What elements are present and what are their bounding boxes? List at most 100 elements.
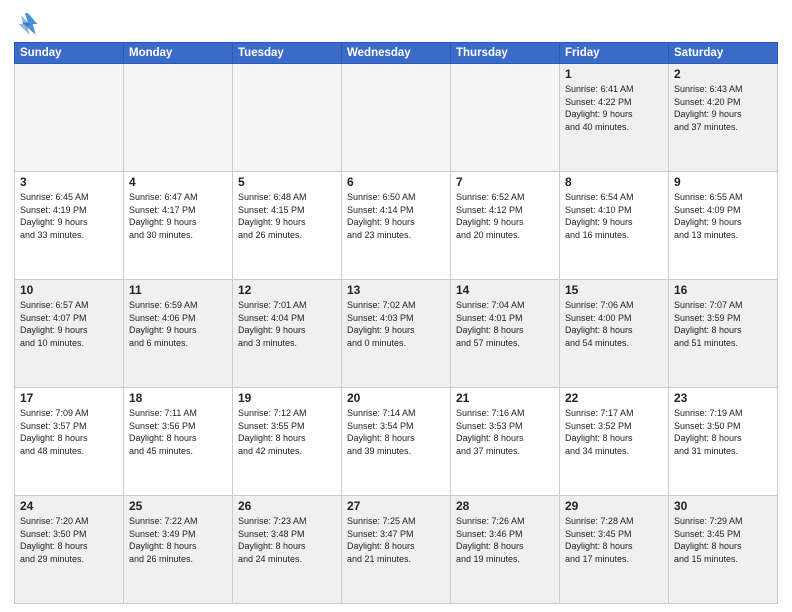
day-cell: 14 Sunrise: 7:04 AM Sunset: 4:01 PM Dayli… bbox=[451, 280, 560, 388]
week-row: 10 Sunrise: 6:57 AM Sunset: 4:07 PM Dayli… bbox=[15, 280, 778, 388]
logo-icon bbox=[14, 10, 42, 38]
day-number: 28 bbox=[456, 499, 554, 513]
day-cell: 22 Sunrise: 7:17 AM Sunset: 3:52 PM Dayli… bbox=[560, 388, 669, 496]
day-cell: 30 Sunrise: 7:29 AM Sunset: 3:45 PM Dayli… bbox=[669, 496, 778, 604]
day-info: Sunrise: 7:11 AM Sunset: 3:56 PM Dayligh… bbox=[129, 407, 227, 457]
col-header-thursday: Thursday bbox=[451, 43, 560, 64]
day-info: Sunrise: 7:09 AM Sunset: 3:57 PM Dayligh… bbox=[20, 407, 118, 457]
day-cell: 13 Sunrise: 7:02 AM Sunset: 4:03 PM Dayli… bbox=[342, 280, 451, 388]
day-number: 18 bbox=[129, 391, 227, 405]
col-header-tuesday: Tuesday bbox=[233, 43, 342, 64]
col-header-saturday: Saturday bbox=[669, 43, 778, 64]
day-info: Sunrise: 7:07 AM Sunset: 3:59 PM Dayligh… bbox=[674, 299, 772, 349]
day-number: 29 bbox=[565, 499, 663, 513]
day-number: 12 bbox=[238, 283, 336, 297]
day-cell: 24 Sunrise: 7:20 AM Sunset: 3:50 PM Dayli… bbox=[15, 496, 124, 604]
day-info: Sunrise: 6:50 AM Sunset: 4:14 PM Dayligh… bbox=[347, 191, 445, 241]
day-number: 10 bbox=[20, 283, 118, 297]
day-info: Sunrise: 7:29 AM Sunset: 3:45 PM Dayligh… bbox=[674, 515, 772, 565]
day-cell: 18 Sunrise: 7:11 AM Sunset: 3:56 PM Dayli… bbox=[124, 388, 233, 496]
day-number: 24 bbox=[20, 499, 118, 513]
day-info: Sunrise: 7:06 AM Sunset: 4:00 PM Dayligh… bbox=[565, 299, 663, 349]
day-info: Sunrise: 6:55 AM Sunset: 4:09 PM Dayligh… bbox=[674, 191, 772, 241]
day-number: 21 bbox=[456, 391, 554, 405]
day-number: 6 bbox=[347, 175, 445, 189]
day-cell: 27 Sunrise: 7:25 AM Sunset: 3:47 PM Dayli… bbox=[342, 496, 451, 604]
calendar-table: SundayMondayTuesdayWednesdayThursdayFrid… bbox=[14, 42, 778, 604]
day-info: Sunrise: 6:48 AM Sunset: 4:15 PM Dayligh… bbox=[238, 191, 336, 241]
day-cell: 4 Sunrise: 6:47 AM Sunset: 4:17 PM Daylig… bbox=[124, 172, 233, 280]
day-cell: 20 Sunrise: 7:14 AM Sunset: 3:54 PM Dayli… bbox=[342, 388, 451, 496]
day-number: 14 bbox=[456, 283, 554, 297]
day-cell: 3Sunrise: 6:45 AM Sunset: 4:19 PM Daylig… bbox=[15, 172, 124, 280]
day-number: 23 bbox=[674, 391, 772, 405]
day-info: Sunrise: 7:12 AM Sunset: 3:55 PM Dayligh… bbox=[238, 407, 336, 457]
day-cell: 23Sunrise: 7:19 AM Sunset: 3:50 PM Dayli… bbox=[669, 388, 778, 496]
week-row: 1Sunrise: 6:41 AM Sunset: 4:22 PM Daylig… bbox=[15, 64, 778, 172]
day-info: Sunrise: 7:01 AM Sunset: 4:04 PM Dayligh… bbox=[238, 299, 336, 349]
day-cell: 17Sunrise: 7:09 AM Sunset: 3:57 PM Dayli… bbox=[15, 388, 124, 496]
day-number: 13 bbox=[347, 283, 445, 297]
day-number: 25 bbox=[129, 499, 227, 513]
day-number: 2 bbox=[674, 67, 772, 81]
day-info: Sunrise: 7:04 AM Sunset: 4:01 PM Dayligh… bbox=[456, 299, 554, 349]
day-cell: 11 Sunrise: 6:59 AM Sunset: 4:06 PM Dayli… bbox=[124, 280, 233, 388]
day-number: 8 bbox=[565, 175, 663, 189]
day-cell bbox=[451, 64, 560, 172]
page: SundayMondayTuesdayWednesdayThursdayFrid… bbox=[0, 0, 792, 612]
day-cell: 12 Sunrise: 7:01 AM Sunset: 4:04 PM Dayli… bbox=[233, 280, 342, 388]
day-info: Sunrise: 6:59 AM Sunset: 4:06 PM Dayligh… bbox=[129, 299, 227, 349]
day-info: Sunrise: 6:54 AM Sunset: 4:10 PM Dayligh… bbox=[565, 191, 663, 241]
day-number: 22 bbox=[565, 391, 663, 405]
col-header-wednesday: Wednesday bbox=[342, 43, 451, 64]
col-header-sunday: Sunday bbox=[15, 43, 124, 64]
week-row: 17Sunrise: 7:09 AM Sunset: 3:57 PM Dayli… bbox=[15, 388, 778, 496]
header-row: SundayMondayTuesdayWednesdayThursdayFrid… bbox=[15, 43, 778, 64]
day-info: Sunrise: 7:23 AM Sunset: 3:48 PM Dayligh… bbox=[238, 515, 336, 565]
day-cell: 26Sunrise: 7:23 AM Sunset: 3:48 PM Dayli… bbox=[233, 496, 342, 604]
day-cell: 5 Sunrise: 6:48 AM Sunset: 4:15 PM Daylig… bbox=[233, 172, 342, 280]
logo bbox=[14, 10, 46, 38]
day-info: Sunrise: 6:52 AM Sunset: 4:12 PM Dayligh… bbox=[456, 191, 554, 241]
day-number: 19 bbox=[238, 391, 336, 405]
day-number: 27 bbox=[347, 499, 445, 513]
day-info: Sunrise: 7:02 AM Sunset: 4:03 PM Dayligh… bbox=[347, 299, 445, 349]
day-info: Sunrise: 6:45 AM Sunset: 4:19 PM Dayligh… bbox=[20, 191, 118, 241]
day-info: Sunrise: 7:26 AM Sunset: 3:46 PM Dayligh… bbox=[456, 515, 554, 565]
day-number: 7 bbox=[456, 175, 554, 189]
day-info: Sunrise: 7:20 AM Sunset: 3:50 PM Dayligh… bbox=[20, 515, 118, 565]
day-number: 4 bbox=[129, 175, 227, 189]
day-cell: 16 Sunrise: 7:07 AM Sunset: 3:59 PM Dayli… bbox=[669, 280, 778, 388]
col-header-friday: Friday bbox=[560, 43, 669, 64]
day-info: Sunrise: 7:14 AM Sunset: 3:54 PM Dayligh… bbox=[347, 407, 445, 457]
day-info: Sunrise: 7:25 AM Sunset: 3:47 PM Dayligh… bbox=[347, 515, 445, 565]
week-row: 3Sunrise: 6:45 AM Sunset: 4:19 PM Daylig… bbox=[15, 172, 778, 280]
day-cell bbox=[124, 64, 233, 172]
day-info: Sunrise: 7:16 AM Sunset: 3:53 PM Dayligh… bbox=[456, 407, 554, 457]
day-info: Sunrise: 7:28 AM Sunset: 3:45 PM Dayligh… bbox=[565, 515, 663, 565]
day-number: 11 bbox=[129, 283, 227, 297]
day-cell: 15Sunrise: 7:06 AM Sunset: 4:00 PM Dayli… bbox=[560, 280, 669, 388]
day-number: 16 bbox=[674, 283, 772, 297]
day-info: Sunrise: 6:47 AM Sunset: 4:17 PM Dayligh… bbox=[129, 191, 227, 241]
day-cell: 28 Sunrise: 7:26 AM Sunset: 3:46 PM Dayli… bbox=[451, 496, 560, 604]
day-cell: 9Sunrise: 6:55 AM Sunset: 4:09 PM Daylig… bbox=[669, 172, 778, 280]
day-cell: 21 Sunrise: 7:16 AM Sunset: 3:53 PM Dayli… bbox=[451, 388, 560, 496]
day-cell: 19 Sunrise: 7:12 AM Sunset: 3:55 PM Dayli… bbox=[233, 388, 342, 496]
day-info: Sunrise: 7:17 AM Sunset: 3:52 PM Dayligh… bbox=[565, 407, 663, 457]
day-cell: 25 Sunrise: 7:22 AM Sunset: 3:49 PM Dayli… bbox=[124, 496, 233, 604]
day-cell: 2Sunrise: 6:43 AM Sunset: 4:20 PM Daylig… bbox=[669, 64, 778, 172]
week-row: 24 Sunrise: 7:20 AM Sunset: 3:50 PM Dayli… bbox=[15, 496, 778, 604]
day-cell: 10 Sunrise: 6:57 AM Sunset: 4:07 PM Dayli… bbox=[15, 280, 124, 388]
day-number: 5 bbox=[238, 175, 336, 189]
day-number: 1 bbox=[565, 67, 663, 81]
day-cell: 1Sunrise: 6:41 AM Sunset: 4:22 PM Daylig… bbox=[560, 64, 669, 172]
header bbox=[14, 10, 778, 38]
day-info: Sunrise: 6:57 AM Sunset: 4:07 PM Dayligh… bbox=[20, 299, 118, 349]
day-cell bbox=[233, 64, 342, 172]
day-number: 20 bbox=[347, 391, 445, 405]
calendar: SundayMondayTuesdayWednesdayThursdayFrid… bbox=[14, 42, 778, 604]
col-header-monday: Monday bbox=[124, 43, 233, 64]
day-info: Sunrise: 7:22 AM Sunset: 3:49 PM Dayligh… bbox=[129, 515, 227, 565]
day-number: 30 bbox=[674, 499, 772, 513]
